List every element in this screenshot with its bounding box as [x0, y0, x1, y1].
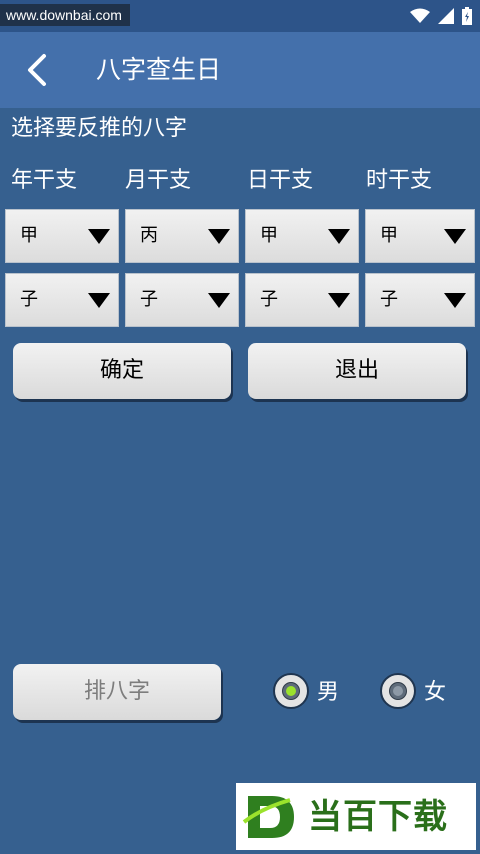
female-label[interactable]: 女 — [424, 678, 446, 708]
year-ganzhi-label: 年干支 — [11, 168, 78, 193]
radio-inner — [282, 682, 300, 700]
day-stem-select[interactable]: 甲 — [245, 209, 359, 263]
month-branch-select[interactable]: 子 — [125, 273, 239, 327]
month-branch-value: 子 — [140, 289, 158, 310]
dropdown-arrow-icon — [208, 229, 230, 244]
day-stem-value: 甲 — [260, 225, 278, 246]
month-stem-value: 丙 — [140, 225, 158, 246]
dropdown-arrow-icon — [444, 293, 466, 308]
radio-selected-dot — [286, 686, 296, 696]
select-prompt: 选择要反推的八字 — [11, 116, 188, 141]
day-ganzhi-label: 日干支 — [247, 168, 314, 193]
female-radio[interactable] — [380, 673, 416, 709]
logo-d-icon — [242, 795, 294, 838]
hour-branch-select[interactable]: 子 — [365, 273, 475, 327]
radio-inner — [389, 682, 407, 700]
hour-stem-value: 甲 — [380, 225, 398, 246]
radio-unselected-dot — [393, 686, 403, 696]
dropdown-arrow-icon — [328, 229, 350, 244]
dropdown-arrow-icon — [88, 293, 110, 308]
hour-ganzhi-label: 时干支 — [366, 168, 433, 193]
battery-icon — [462, 7, 472, 25]
male-radio[interactable] — [273, 673, 309, 709]
paibazi-button[interactable]: 排八字 — [13, 664, 221, 720]
year-stem-select[interactable]: 甲 — [5, 209, 119, 263]
year-branch-select[interactable]: 子 — [5, 273, 119, 327]
page-title: 八字查生日 — [96, 55, 222, 84]
logo-text: 当百下载 — [308, 796, 448, 837]
status-bar: www.downbai.com — [0, 0, 480, 32]
exit-button[interactable]: 退出 — [248, 343, 466, 399]
dropdown-arrow-icon — [328, 293, 350, 308]
downbai-logo: 当百下载 — [236, 783, 476, 850]
month-stem-select[interactable]: 丙 — [125, 209, 239, 263]
signal-icon — [438, 8, 454, 24]
chevron-left-icon — [18, 54, 62, 96]
month-ganzhi-label: 月干支 — [125, 168, 192, 193]
back-button[interactable] — [18, 48, 62, 92]
year-branch-value: 子 — [20, 289, 38, 310]
dropdown-arrow-icon — [88, 229, 110, 244]
hour-stem-select[interactable]: 甲 — [365, 209, 475, 263]
hour-branch-value: 子 — [380, 289, 398, 310]
male-label[interactable]: 男 — [317, 678, 339, 708]
app-bar: 八字查生日 — [0, 32, 480, 108]
dropdown-arrow-icon — [208, 293, 230, 308]
dropdown-arrow-icon — [444, 229, 466, 244]
year-stem-value: 甲 — [20, 225, 38, 246]
confirm-button[interactable]: 确定 — [13, 343, 231, 399]
watermark-text: www.downbai.com — [0, 4, 130, 26]
status-icons — [410, 6, 472, 26]
day-branch-value: 子 — [260, 289, 278, 310]
day-branch-select[interactable]: 子 — [245, 273, 359, 327]
wifi-icon — [410, 8, 430, 24]
